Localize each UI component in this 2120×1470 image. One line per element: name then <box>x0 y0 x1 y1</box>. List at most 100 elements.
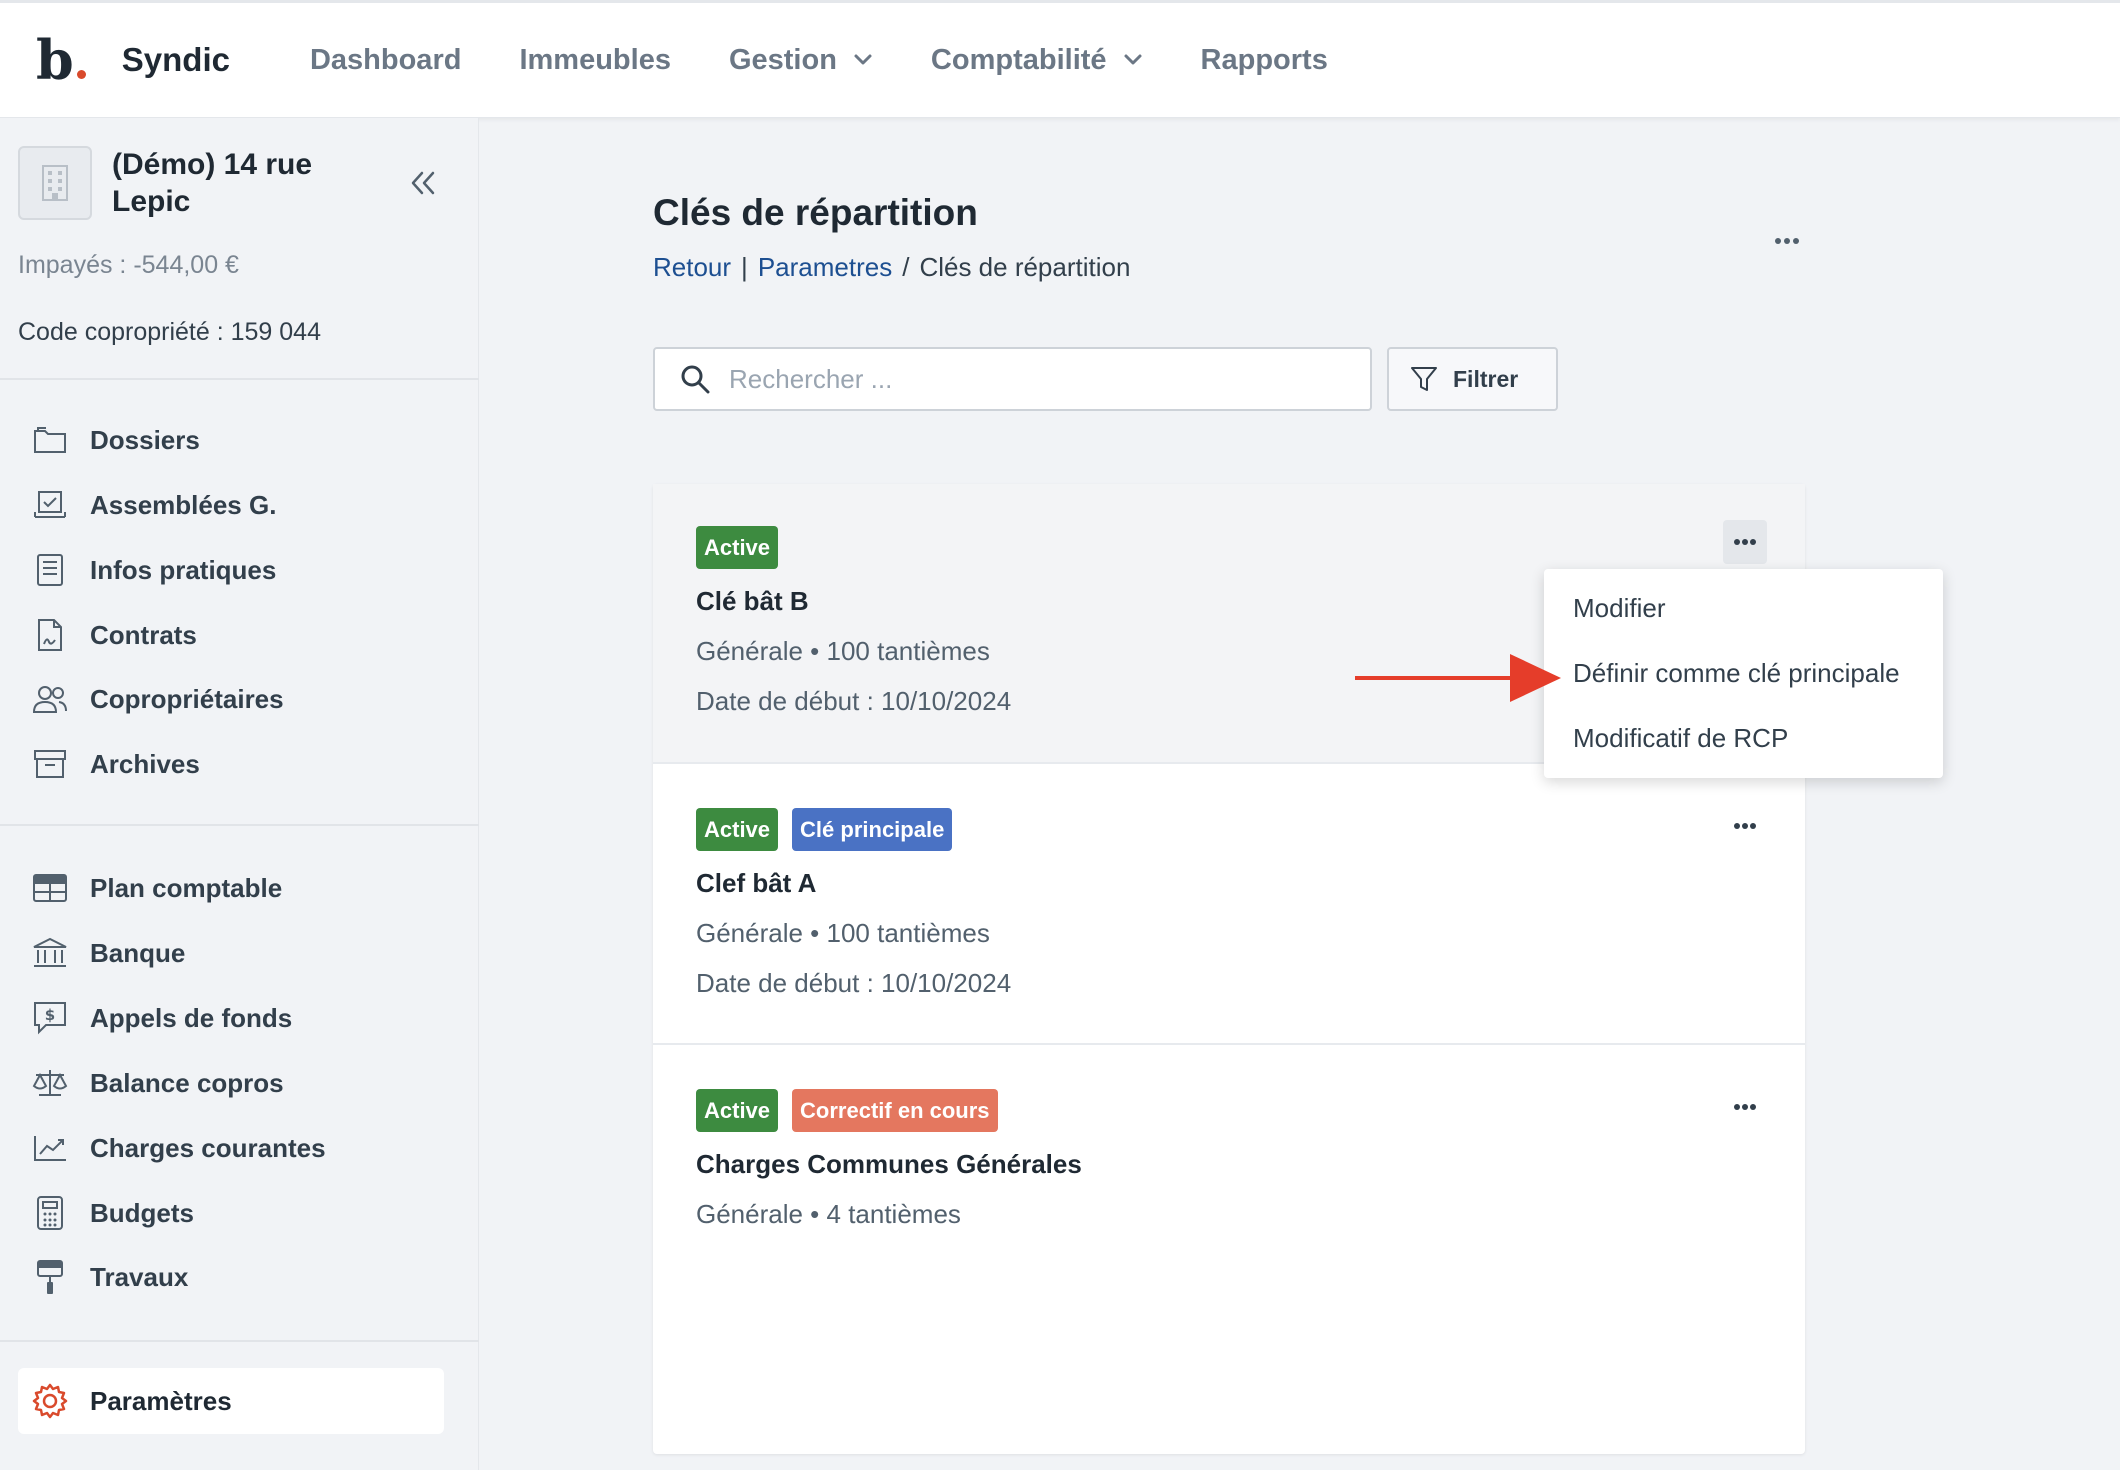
menu-item-set-primary-key[interactable]: Définir comme clé principale <box>1573 658 1900 689</box>
nav-gestion-label: Gestion <box>728 43 837 76</box>
card-type-line: Générale • 4 tantièmes <box>696 1199 961 1229</box>
sidebar-item-label: Banque <box>90 937 186 968</box>
logo-letter: b <box>36 28 74 92</box>
breadcrumb-parametres-link[interactable]: Parametres <box>758 252 892 283</box>
sidebar-item-dossiers[interactable]: Dossiers <box>30 420 200 460</box>
card-more-button[interactable] <box>1723 1085 1767 1129</box>
sidebar-item-appels-de-fonds[interactable]: $ Appels de fonds <box>30 998 292 1038</box>
page-title: Clés de répartition <box>653 192 978 233</box>
gear-icon <box>30 1381 70 1421</box>
status-badge: Active <box>696 808 779 851</box>
sidebar-item-label: Balance copros <box>90 1067 284 1098</box>
sidebar-divider <box>0 378 479 380</box>
sidebar-item-charges-courantes[interactable]: Charges courantes <box>30 1128 326 1168</box>
nav-comptabilite[interactable]: Comptabilité <box>931 44 1143 77</box>
card-title: Charges Communes Générales <box>696 1149 1082 1179</box>
book-icon <box>30 550 70 590</box>
sidebar-item-assemblees[interactable]: Assemblées G. <box>30 485 276 525</box>
badge-group: Active <box>696 526 792 569</box>
breadcrumb-separator: | <box>741 252 748 282</box>
sidebar-item-label: Archives <box>90 748 200 779</box>
chart-line-icon <box>30 1128 70 1168</box>
more-horizontal-icon <box>1775 238 1799 244</box>
menu-item-modifier[interactable]: Modifier <box>1573 593 1665 624</box>
app-logo[interactable]: b <box>36 33 86 87</box>
sidebar-item-coproprietaires[interactable]: Copropriétaires <box>30 679 284 719</box>
nav-gestion[interactable]: Gestion <box>729 44 873 77</box>
sidebar-item-travaux[interactable]: Travaux <box>30 1257 188 1297</box>
correctif-badge: Correctif en cours <box>792 1089 998 1132</box>
list-item[interactable]: Active Correctif en cours Charges Commun… <box>653 1045 1805 1245</box>
sidebar-item-budgets[interactable]: Budgets <box>30 1193 194 1233</box>
sidebar-item-label: Copropriétaires <box>90 683 284 714</box>
status-badge: Active <box>696 1089 779 1132</box>
filter-icon <box>1411 367 1437 391</box>
more-horizontal-icon <box>1734 1104 1756 1110</box>
dollar-chat-icon: $ <box>30 998 70 1038</box>
nav-comptabilite-label: Comptabilité <box>930 43 1107 76</box>
sidebar-item-contrats[interactable]: Contrats <box>30 615 197 655</box>
nav-immeubles-label: Immeubles <box>519 43 671 76</box>
copro-code: Code copropriété : 159 044 <box>18 318 321 346</box>
sidebar-item-label: Charges courantes <box>90 1132 326 1163</box>
menu-item-modificatif-rcp[interactable]: Modificatif de RCP <box>1573 723 1788 754</box>
sidebar-item-label: Infos pratiques <box>90 554 277 585</box>
sidebar-item-archives[interactable]: Archives <box>30 744 200 784</box>
chevron-down-icon <box>854 54 872 65</box>
card-actions-dropdown: Modifier Définir comme clé principale Mo… <box>1544 569 1943 778</box>
nav-dashboard-label: Dashboard <box>309 43 462 76</box>
folder-icon <box>30 420 70 460</box>
annotation-arrow-icon <box>1355 654 1561 702</box>
card-more-button[interactable] <box>1723 804 1767 848</box>
building-name: (Démo) 14 rue Lepic <box>112 148 313 218</box>
brand-name: Syndic <box>121 41 230 78</box>
breadcrumb-back-link[interactable]: Retour <box>653 252 731 283</box>
search-box <box>653 347 1372 411</box>
scale-icon <box>30 1063 70 1103</box>
sidebar-item-label: Budgets <box>90 1197 194 1228</box>
nav-immeubles[interactable]: Immeubles <box>519 44 671 77</box>
nav-dashboard[interactable]: Dashboard <box>310 44 461 77</box>
chevron-down-icon <box>1124 54 1142 65</box>
sidebar-item-parametres[interactable]: Paramètres <box>18 1368 444 1434</box>
card-title: Clef bât A <box>696 868 817 898</box>
archive-icon <box>30 744 70 784</box>
nav-rapports[interactable]: Rapports <box>1201 44 1328 77</box>
filter-button[interactable]: Filtrer <box>1387 347 1558 411</box>
badge-group: Active Correctif en cours <box>696 1089 1012 1132</box>
sidebar-divider <box>0 824 479 826</box>
breadcrumb-separator: / <box>902 252 910 282</box>
badge-group: Active Clé principale <box>696 808 966 851</box>
calculator-icon <box>30 1193 70 1233</box>
list-item[interactable]: Active Clé principale Clef bât A Général… <box>653 764 1805 1045</box>
sidebar-item-label: Appels de fonds <box>90 1002 293 1033</box>
nav-rapports-label: Rapports <box>1200 43 1328 76</box>
more-horizontal-icon <box>1734 539 1756 545</box>
card-type-line: Générale • 100 tantièmes <box>696 636 990 666</box>
card-title: Clé bât B <box>696 586 809 616</box>
sidebar-item-banque[interactable]: Banque <box>30 933 185 973</box>
sidebar-item-plan-comptable[interactable]: Plan comptable <box>30 868 282 908</box>
breadcrumb-current: Clés de répartition <box>919 252 1131 282</box>
page-more-button[interactable] <box>1772 226 1802 256</box>
breadcrumb: Retour | Parametres / Clés de répartitio… <box>653 252 1130 283</box>
building-avatar <box>18 146 92 220</box>
card-more-button[interactable] <box>1723 520 1767 564</box>
unpaid-amount: Impayés : -544,00 € <box>18 251 239 279</box>
building-icon <box>42 165 68 201</box>
filter-button-label: Filtrer <box>1453 365 1519 392</box>
sidebar-item-balance-copros[interactable]: Balance copros <box>30 1063 284 1103</box>
more-horizontal-icon <box>1734 823 1756 829</box>
card-type-line: Générale • 100 tantièmes <box>696 918 990 948</box>
sidebar-item-infos-pratiques[interactable]: Infos pratiques <box>30 550 276 590</box>
sidebar-item-label: Assemblées G. <box>90 489 277 520</box>
sidebar-item-label: Paramètres <box>90 1385 232 1416</box>
card-date-line: Date de début : 10/10/2024 <box>696 968 1012 998</box>
status-badge: Active <box>696 526 779 569</box>
svg-text:$: $ <box>45 1006 55 1024</box>
chevrons-left-icon <box>411 171 435 195</box>
sidebar-item-label: Contrats <box>90 619 197 650</box>
collapse-sidebar-button[interactable] <box>408 168 438 203</box>
search-input[interactable] <box>729 363 1329 395</box>
sidebar-item-label: Plan comptable <box>90 872 283 903</box>
